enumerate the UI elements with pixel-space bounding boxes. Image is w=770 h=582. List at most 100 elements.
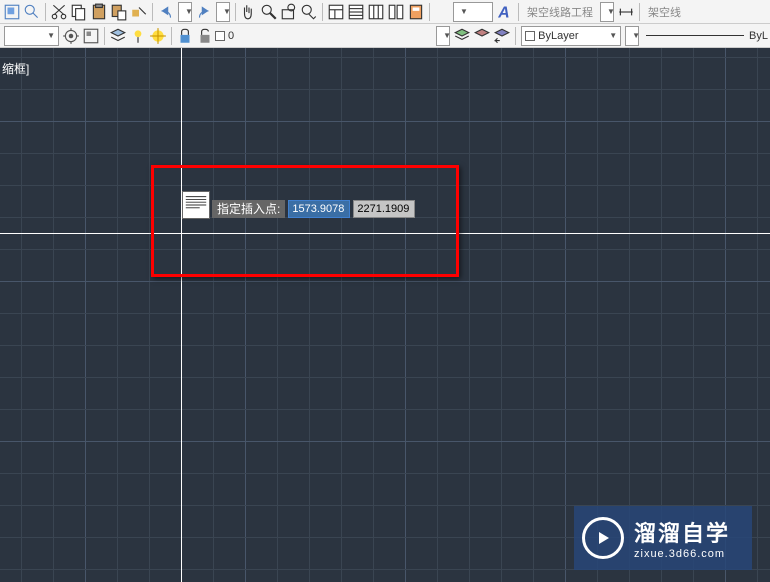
grid-line [373,48,374,582]
tool-icon[interactable] [3,3,21,21]
toolbar-separator [322,3,323,21]
grid-line [501,48,502,582]
layer-match-icon[interactable] [473,27,491,45]
toolbar-separator [152,3,153,21]
grid-line [149,48,150,582]
grid-line [661,48,662,582]
undo-icon[interactable] [157,3,175,21]
design-center-icon[interactable] [347,3,365,21]
lineweight-dropdown[interactable]: ▼ [625,26,639,46]
ws-lock-icon[interactable] [82,27,100,45]
layer-state-icon[interactable] [453,27,471,45]
color-dropdown[interactable]: ▼ [436,26,450,46]
lineweight-value: ByL [749,30,768,42]
toolbar-separator [45,3,46,21]
layer-on-icon[interactable] [129,27,147,45]
viewport-label: 缩框] [2,60,29,77]
drawing-area[interactable]: 缩框] 指定插入点: 溜溜自学 zixue.3d66.com [0,48,770,582]
layer-name: 0 [228,30,234,42]
toolbar-separator [171,27,172,45]
grid-line [469,48,470,582]
grid-line [309,48,310,582]
grid-line [0,409,770,410]
grid-line [213,48,214,582]
grid-line [629,48,630,582]
block-preview-icon [182,191,210,219]
grid-line [0,473,770,474]
grid-line [0,313,770,314]
color-swatch [525,31,535,41]
style-dropdown[interactable]: ▼ [453,2,493,22]
grid-line [0,249,770,250]
properties-icon[interactable] [327,3,345,21]
zoom-prev-icon[interactable] [300,3,318,21]
chevron-down-icon: ▼ [223,7,231,16]
grid-line [277,48,278,582]
grid-line [405,48,406,582]
chevron-down-icon: ▼ [609,31,617,40]
zoom-icon[interactable] [260,3,278,21]
grid-line [565,48,566,582]
grid-line [21,48,22,582]
grid-line [0,185,770,186]
find-icon[interactable] [23,3,41,21]
calc-icon[interactable] [407,3,425,21]
layer-unlock-icon[interactable] [196,27,214,45]
sheet-set-icon[interactable] [387,3,405,21]
grid-line [0,57,770,58]
grid-line [0,121,770,122]
textstyle-icon[interactable]: A [496,3,514,21]
toolbar-separator [639,3,640,21]
layer-freeze-icon[interactable] [149,27,167,45]
coord-x-input[interactable] [288,200,350,218]
toolbar-separator [515,27,516,45]
paste-special-icon[interactable] [110,3,128,21]
workspace-dropdown[interactable]: ▼ [4,26,59,46]
pan-icon[interactable] [240,3,258,21]
linetype-value: ByLayer [538,30,578,42]
grid-line [0,281,770,282]
toolbar-separator [235,3,236,21]
toolbar-separator [429,3,430,21]
play-icon [582,517,624,559]
dim-style-icon[interactable] [617,3,635,21]
project-dropdown[interactable]: ▼ [600,2,614,22]
lineweight-preview [646,35,744,36]
layer-lock-icon[interactable] [176,27,194,45]
grid-line [53,48,54,582]
layer-color-swatch[interactable] [215,31,225,41]
undo-dropdown[interactable]: ▼ [178,2,192,22]
cut-icon[interactable] [50,3,68,21]
layer-props-icon[interactable] [109,27,127,45]
crosshair-horizontal [0,233,770,234]
redo-icon[interactable] [195,3,213,21]
chevron-down-icon: ▼ [460,7,468,16]
grid-line [0,441,770,442]
toolbar-row-1: ▼ ▼ ▼ A 架空线路工程 ▼ 架空线 [0,0,770,24]
grid-line [0,153,770,154]
grid-line [437,48,438,582]
grid-line [533,48,534,582]
redo-dropdown[interactable]: ▼ [216,2,230,22]
toolbar-row-2: ▼ 0 ▼ ByLayer ▼ ▼ ByL [0,24,770,48]
grid-line [117,48,118,582]
grid-line [245,48,246,582]
coord-y-input[interactable] [353,200,415,218]
layer-prev-icon[interactable] [493,27,511,45]
dynamic-input: 指定插入点: [182,199,415,219]
tool-palette-icon[interactable] [367,3,385,21]
chevron-down-icon: ▼ [47,31,55,40]
grid-line [0,89,770,90]
grid-line [341,48,342,582]
toolbar-separator [104,27,105,45]
grid-line [0,377,770,378]
chevron-down-icon: ▼ [607,7,615,16]
linetype-dropdown[interactable]: ByLayer ▼ [521,26,621,46]
match-prop-icon[interactable] [130,3,148,21]
settings-icon[interactable] [62,27,80,45]
copy-icon[interactable] [70,3,88,21]
grid-line [725,48,726,582]
zoom-window-icon[interactable] [280,3,298,21]
paste-icon[interactable] [90,3,108,21]
chevron-down-icon: ▼ [443,31,451,40]
